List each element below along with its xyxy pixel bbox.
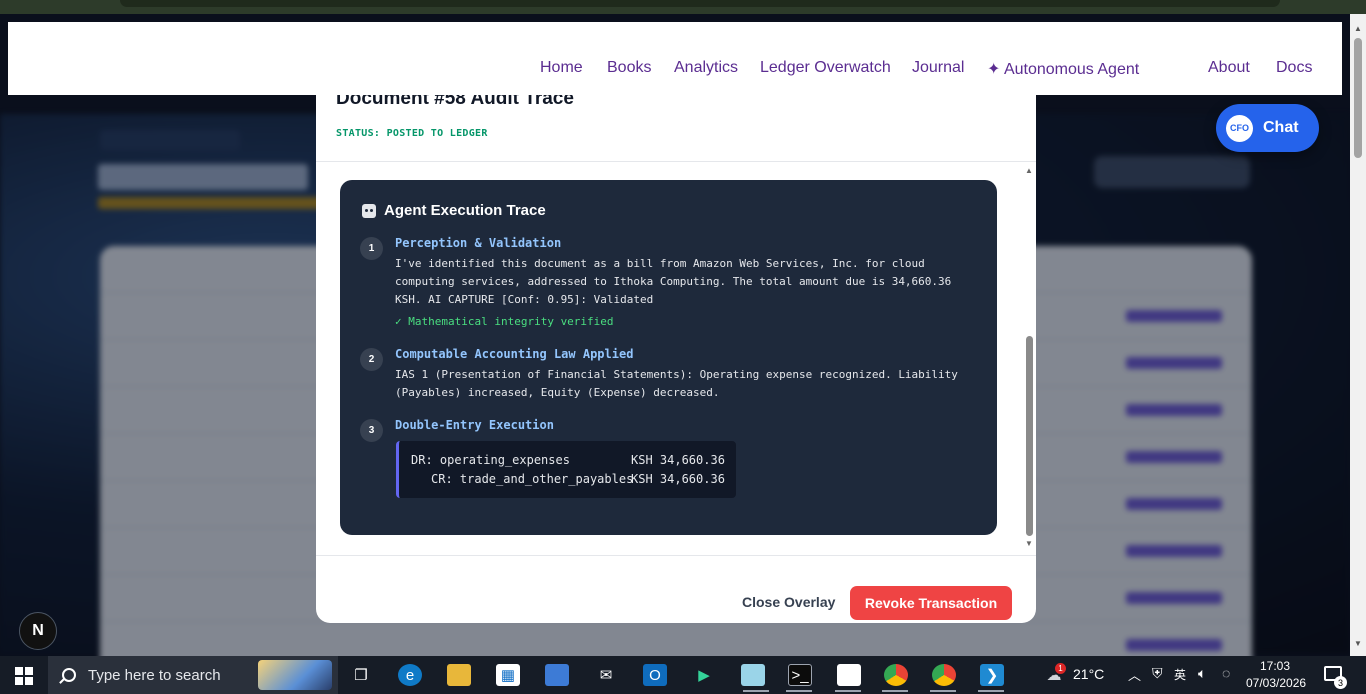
trace-title: Agent Execution Trace: [384, 202, 546, 219]
step-description: I've identified this document as a bill …: [395, 257, 952, 306]
revoke-transaction-button[interactable]: Revoke Transaction: [850, 586, 1012, 620]
robot-icon: [362, 203, 376, 218]
journal-entry-block: DR: operating_expenses KSH 34,660.36 CR:…: [396, 441, 736, 498]
nav-analytics[interactable]: Analytics: [674, 59, 738, 77]
file-explorer-icon[interactable]: [447, 664, 471, 686]
step-title: Perception & Validation: [395, 236, 562, 250]
debit-account: DR: operating_expenses: [411, 453, 570, 467]
clock-date: 07/03/2026: [1246, 676, 1307, 690]
page-scrollbar[interactable]: ▲ ▼: [1350, 14, 1366, 656]
windows-taskbar: Type here to search ❐ e ▦ ✉ O ▶ >_ ❯ ☁ 1…: [0, 656, 1366, 694]
outlook-icon[interactable]: O: [643, 664, 667, 686]
search-placeholder: Type here to search: [88, 666, 221, 684]
edge-browser-icon[interactable]: e: [398, 664, 422, 686]
vscode-icon[interactable]: ❯: [980, 664, 1004, 686]
chrome-profile-icon[interactable]: [932, 664, 956, 686]
nextjs-dev-badge-icon[interactable]: N: [19, 612, 57, 650]
debit-amount: KSH 34,660.36: [631, 453, 725, 467]
play-store-icon[interactable]: ▶: [692, 664, 716, 686]
chevron-up-icon[interactable]: ︿: [1128, 665, 1141, 684]
windows-start-icon[interactable]: [15, 667, 33, 685]
file-icon[interactable]: [837, 664, 861, 686]
task-view-icon[interactable]: ❐: [349, 664, 373, 686]
nav-home[interactable]: Home: [540, 59, 583, 77]
step-number: 3: [360, 419, 383, 442]
mail-icon[interactable]: ✉: [594, 664, 618, 686]
microsoft-store-icon[interactable]: ▦: [496, 664, 520, 686]
taskbar-clock[interactable]: 17:03 07/03/2026: [1246, 658, 1307, 692]
chat-label: Chat: [1263, 119, 1299, 136]
agent-trace-panel: Agent Execution Trace 1 Perception & Val…: [340, 180, 997, 535]
step-number: 1: [360, 237, 383, 260]
nav-autonomous-agent[interactable]: ✦ Autonomous Agent: [987, 59, 1139, 79]
scroll-up-arrow-icon[interactable]: ▲: [1354, 24, 1362, 33]
modal-scrollbar[interactable]: ▲ ▼: [1022, 164, 1036, 554]
nav-journal[interactable]: Journal: [912, 59, 964, 77]
notepad-app-icon[interactable]: [741, 664, 765, 686]
scroll-up-arrow-icon[interactable]: ▲: [1025, 166, 1033, 175]
scroll-thumb[interactable]: [1354, 38, 1362, 158]
divider: [316, 555, 1036, 556]
cfo-avatar-icon: CFO: [1226, 114, 1253, 142]
nav-ledger-overwatch[interactable]: Ledger Overwatch: [760, 59, 891, 77]
step-title: Double-Entry Execution: [395, 418, 554, 432]
browser-frame: [0, 0, 1366, 14]
nav-books[interactable]: Books: [607, 59, 651, 77]
network-icon[interactable]: ◌: [1222, 665, 1230, 681]
logo[interactable]: [48, 48, 168, 68]
nav-docs[interactable]: Docs: [1276, 59, 1312, 77]
remote-desktop-icon[interactable]: [545, 664, 569, 686]
scroll-down-arrow-icon[interactable]: ▼: [1354, 639, 1362, 648]
verified-note: ✓ Mathematical integrity verified: [395, 315, 614, 328]
clock-time: 17:03: [1259, 659, 1291, 673]
shield-icon[interactable]: ⛨: [1152, 665, 1163, 682]
scroll-down-arrow-icon[interactable]: ▼: [1025, 539, 1033, 548]
browser-viewport: Document #58 Audit Trace STATUS: POSTED …: [0, 14, 1350, 656]
search-highlight-image[interactable]: [258, 660, 332, 690]
terminal-icon[interactable]: >_: [788, 664, 812, 686]
divider: [316, 161, 1036, 162]
search-icon: [62, 668, 76, 682]
ime-indicator[interactable]: 英: [1174, 666, 1186, 683]
step-description: IAS 1 (Presentation of Financial Stateme…: [395, 368, 958, 399]
close-overlay-button[interactable]: Close Overlay: [742, 594, 835, 610]
weather-temperature[interactable]: 21°C: [1073, 666, 1104, 682]
top-navbar: Home Books Analytics Ledger Overwatch Jo…: [8, 22, 1342, 95]
step-title: Computable Accounting Law Applied: [395, 347, 634, 361]
nav-about[interactable]: About: [1208, 59, 1250, 77]
volume-icon[interactable]: 🔈︎: [1198, 665, 1206, 682]
scroll-thumb[interactable]: [1026, 336, 1033, 536]
credit-amount: KSH 34,660.36: [631, 472, 725, 486]
weather-alert-badge: 1: [1055, 663, 1066, 674]
notification-count: 3: [1334, 676, 1347, 689]
status-badge: STATUS: POSTED TO LEDGER: [336, 128, 488, 139]
chat-button[interactable]: CFO Chat: [1216, 104, 1319, 152]
chrome-icon[interactable]: [884, 664, 908, 686]
audit-trace-modal: Document #58 Audit Trace STATUS: POSTED …: [316, 74, 1036, 623]
step-number: 2: [360, 348, 383, 371]
credit-account: CR: trade_and_other_payables: [431, 472, 634, 486]
